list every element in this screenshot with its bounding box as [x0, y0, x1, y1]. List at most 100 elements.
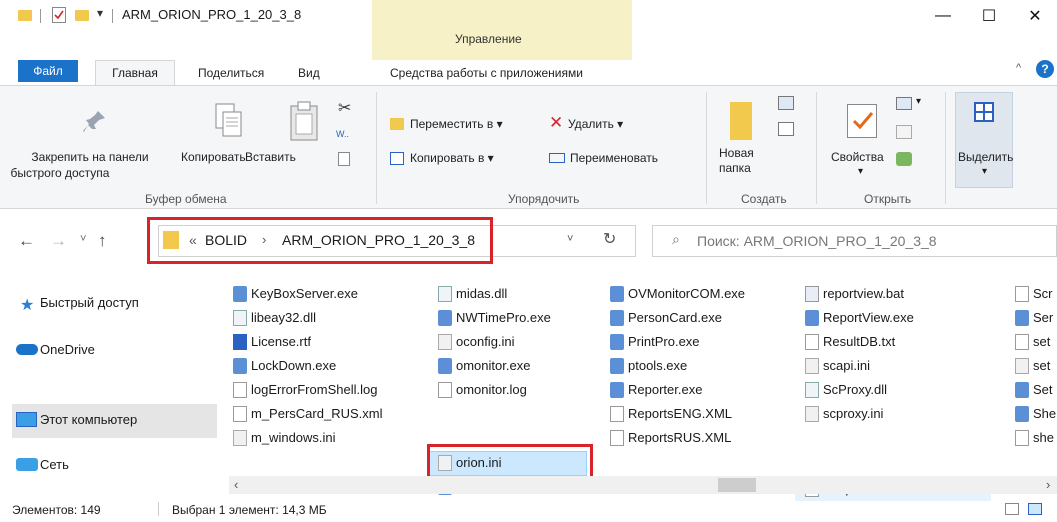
file-name: oconfig.ini — [456, 334, 515, 349]
list-item[interactable]: scapi.ini — [805, 355, 870, 377]
pin-quick-access-button[interactable]: Закрепить на панели — [2, 150, 178, 165]
qat-dropdown-icon[interactable]: ▾ — [97, 6, 103, 20]
list-item[interactable]: she — [1015, 427, 1054, 449]
details-view-icon[interactable] — [1005, 503, 1019, 515]
list-item[interactable]: Reporter.exe — [610, 379, 702, 401]
address-dropdown-icon[interactable]: ˅ — [567, 233, 573, 245]
properties-button[interactable]: Свойства — [831, 150, 884, 165]
tab-file[interactable]: Файл — [18, 60, 78, 82]
file-name: Set — [1033, 382, 1053, 397]
copy-icon — [214, 102, 244, 140]
list-item[interactable]: PrintPro.exe — [610, 331, 700, 353]
list-item[interactable]: logErrorFromShell.log — [233, 379, 377, 401]
group-separator — [816, 92, 817, 204]
large-icons-view-icon[interactable] — [1028, 503, 1042, 515]
edit-icon[interactable] — [896, 125, 912, 139]
search-input[interactable]: Поиск: ARM_ORION_PRO_1_20_3_8 — [697, 233, 937, 249]
list-item[interactable]: Set — [1015, 379, 1053, 401]
rename-button[interactable]: Переименовать — [570, 151, 658, 166]
easy-access-icon[interactable] — [778, 122, 794, 136]
new-folder-qat-icon[interactable] — [75, 10, 89, 21]
delete-button[interactable]: Удалить ▾ — [568, 117, 623, 132]
file-name: ReportView.exe — [823, 310, 914, 325]
tab-view[interactable]: Вид — [298, 62, 320, 84]
copy-to-button[interactable]: Копировать в ▾ — [410, 151, 494, 166]
scroll-left-arrow-icon[interactable]: ‹ — [234, 477, 238, 492]
open-dropdown-icon[interactable]: ▾ — [916, 96, 921, 107]
list-item[interactable]: ptools.exe — [610, 355, 687, 377]
nav-onedrive[interactable]: OneDrive — [40, 337, 95, 363]
list-item[interactable]: scproxy.ini — [805, 403, 883, 425]
new-folder-label-2: папка — [719, 161, 751, 175]
cut-icon[interactable]: ✂ — [338, 98, 351, 118]
nav-this-pc[interactable]: Этот компьютер — [40, 407, 137, 433]
list-item[interactable]: OVMonitorCOM.exe — [610, 283, 745, 305]
tab-home[interactable]: Главная — [95, 60, 175, 86]
forward-button[interactable]: → — [50, 231, 67, 251]
list-item[interactable]: ReportView.exe — [805, 307, 914, 329]
move-to-button[interactable]: Переместить в ▾ — [410, 117, 503, 132]
tab-share[interactable]: Поделиться — [198, 62, 264, 84]
properties-qat-icon[interactable] — [52, 7, 66, 23]
list-item[interactable]: KeyBoxServer.exe — [233, 283, 358, 305]
paste-button[interactable]: Вставить — [245, 150, 296, 165]
properties-dropdown-icon[interactable]: ▾ — [858, 166, 863, 177]
refresh-icon[interactable]: ↻ — [603, 229, 616, 249]
list-item[interactable]: m_PersCard_RUS.xml — [233, 403, 382, 425]
file-icon — [805, 334, 819, 350]
list-item[interactable]: set — [1015, 331, 1050, 353]
file-name: License.rtf — [251, 334, 311, 349]
nav-quick-access[interactable]: Быстрый доступ — [40, 290, 139, 316]
list-item[interactable]: License.rtf — [233, 331, 311, 353]
history-icon[interactable] — [896, 152, 912, 166]
up-button[interactable]: ↑ — [98, 231, 107, 251]
network-icon — [16, 458, 38, 471]
list-item[interactable]: Ser — [1015, 307, 1053, 329]
file-icon — [233, 310, 247, 326]
nav-network[interactable]: Сеть — [40, 452, 69, 478]
list-item[interactable]: libeay32.dll — [233, 307, 316, 329]
maximize-button[interactable]: ☐ — [966, 0, 1012, 32]
computer-icon — [16, 412, 37, 427]
copy-path-icon[interactable]: W.. — [336, 129, 352, 143]
back-button[interactable]: ← — [18, 231, 35, 251]
group-label-new: Создать — [741, 192, 787, 206]
list-item[interactable]: set — [1015, 355, 1050, 377]
list-item[interactable]: oconfig.ini — [438, 331, 515, 353]
new-item-icon[interactable] — [778, 96, 794, 110]
list-item[interactable]: NWTimePro.exe — [438, 307, 551, 329]
horizontal-scrollbar[interactable] — [229, 476, 1057, 494]
open-icon[interactable] — [896, 97, 912, 110]
list-item[interactable]: She — [1015, 403, 1056, 425]
list-item[interactable]: omonitor.log — [438, 379, 527, 401]
tab-app-tools[interactable]: Средства работы с приложениями — [390, 62, 583, 84]
list-item[interactable]: ReportsRUS.XML — [610, 427, 731, 449]
list-item[interactable]: LockDown.exe — [233, 355, 336, 377]
scroll-right-arrow-icon[interactable]: › — [1046, 477, 1050, 492]
list-item[interactable]: midas.dll — [438, 283, 507, 305]
file-name: OVMonitorCOM.exe — [628, 286, 746, 301]
scrollbar-thumb[interactable] — [718, 478, 756, 492]
recent-locations-button[interactable]: ˅ — [80, 233, 86, 245]
close-button[interactable]: ✕ — [1012, 0, 1057, 32]
new-folder-button[interactable]: Новая папка — [719, 146, 754, 176]
delete-label: Удалить — [568, 117, 614, 131]
collapse-ribbon-icon[interactable]: ^ — [1016, 62, 1021, 74]
list-item[interactable]: reportview.bat — [805, 283, 904, 305]
list-item[interactable]: Scr — [1015, 283, 1053, 305]
list-item[interactable]: ResultDB.txt — [805, 331, 895, 353]
list-item[interactable]: m_windows.ini — [233, 427, 336, 449]
minimize-button[interactable]: — — [920, 0, 966, 32]
list-item[interactable]: ScProxy.dll — [805, 379, 887, 401]
help-icon[interactable]: ? — [1036, 60, 1054, 78]
separator — [40, 9, 41, 23]
file-icon — [610, 286, 624, 302]
list-item[interactable]: omonitor.exe — [438, 355, 530, 377]
list-item[interactable]: ReportsENG.XML — [610, 403, 732, 425]
address-highlight-frame — [147, 217, 493, 264]
list-item[interactable]: PersonCard.exe — [610, 307, 722, 329]
paste-icon — [288, 100, 320, 142]
search-icon: ⌕ — [672, 231, 680, 247]
copy-button[interactable]: Копировать — [181, 150, 246, 165]
paste-shortcut-icon[interactable] — [338, 152, 350, 166]
